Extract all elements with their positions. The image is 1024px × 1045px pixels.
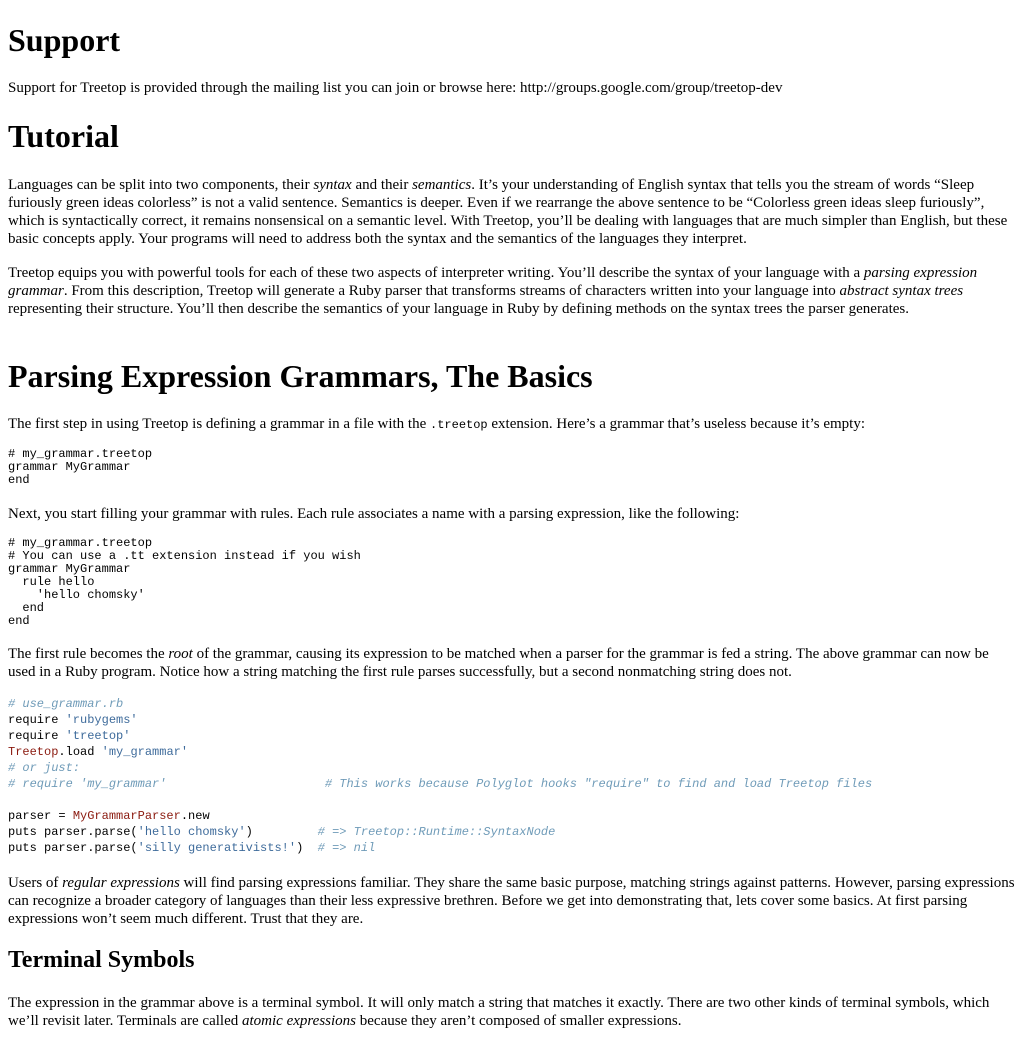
tutorial-heading: Tutorial <box>8 118 119 154</box>
text-run: representing their structure. You’ll the… <box>8 301 910 317</box>
code-text: parser = <box>8 809 73 823</box>
tutorial-paragraph-2: Treetop equips you with powerful tools f… <box>8 264 1016 318</box>
text-run: . From this description, Treetop will ge… <box>63 283 840 299</box>
code-string: 'silly generativists!' <box>137 841 297 855</box>
text-run: because they aren’t composed of smaller … <box>356 1013 682 1029</box>
code-text: require <box>8 713 66 727</box>
code-block-empty-grammar: # my_grammar.treetop grammar MyGrammar e… <box>8 447 153 487</box>
code-string: 'rubygems' <box>65 713 138 727</box>
code-text: require <box>8 729 66 743</box>
text-run: Users of <box>8 875 63 891</box>
peg-paragraph-3: The first rule becomes the root of the g… <box>8 645 1016 681</box>
code-text: puts parser.parse( <box>8 841 138 855</box>
support-paragraph: Support for Treetop is provided through … <box>8 80 783 96</box>
code-comment: # => Treetop::Runtime::SyntaxNode <box>317 825 556 839</box>
code-block-hello-rule: # my_grammar.treetop # You can use a .tt… <box>8 536 361 628</box>
code-text: ) <box>245 825 318 839</box>
terminal-paragraph: The expression in the grammar above is a… <box>8 994 1016 1030</box>
code-constant: MyGrammarParser <box>72 809 181 823</box>
code-text: ) <box>296 841 318 855</box>
code-string: 'treetop' <box>65 729 131 743</box>
text-run: extension. Here’s a grammar that’s usele… <box>487 416 866 432</box>
peg-basics-heading: Parsing Expression Grammars, The Basics <box>8 358 593 394</box>
emphasis-atomic-expressions: atomic expressions <box>242 1013 357 1029</box>
code-string: 'my_grammar' <box>101 745 189 759</box>
code-comment: # or just: <box>8 761 81 775</box>
peg-paragraph-4: Users of regular expressions will find p… <box>8 874 1016 928</box>
text-run: The first step in using Treetop is defin… <box>8 416 431 432</box>
emphasis-abstract-syntax-trees: abstract syntax trees <box>839 283 964 299</box>
code-text: .load <box>58 745 102 759</box>
text-run: The first rule becomes the <box>8 646 169 662</box>
emphasis-semantics: semantics <box>412 177 472 193</box>
text-run: and their <box>351 177 413 193</box>
code-text: puts parser.parse( <box>8 825 138 839</box>
emphasis-root: root <box>168 646 193 662</box>
text-run: Languages can be split into two componen… <box>8 177 314 193</box>
tutorial-paragraph-1: Languages can be split into two componen… <box>8 176 1016 248</box>
text-run: Treetop equips you with powerful tools f… <box>8 265 864 281</box>
emphasis-regular-expressions: regular expressions <box>62 875 180 891</box>
peg-paragraph-2: Next, you start filling your grammar wit… <box>8 506 740 522</box>
code-comment: # => nil <box>317 841 376 855</box>
peg-paragraph-1: The first step in using Treetop is defin… <box>8 415 1016 434</box>
emphasis-syntax: syntax <box>313 177 352 193</box>
inline-code-treetop-ext: .treetop <box>430 418 488 432</box>
code-text: .new <box>180 809 210 823</box>
code-comment: # require 'my_grammar' # This works beca… <box>8 777 873 791</box>
support-heading: Support <box>8 22 121 58</box>
code-string: 'hello chomsky' <box>137 825 246 839</box>
terminal-symbols-heading: Terminal Symbols <box>8 947 195 973</box>
code-constant: Treetop <box>8 745 59 759</box>
code-block-use-grammar: # use_grammar.rb require 'rubygems' requ… <box>8 696 872 856</box>
code-comment: # use_grammar.rb <box>8 697 124 711</box>
